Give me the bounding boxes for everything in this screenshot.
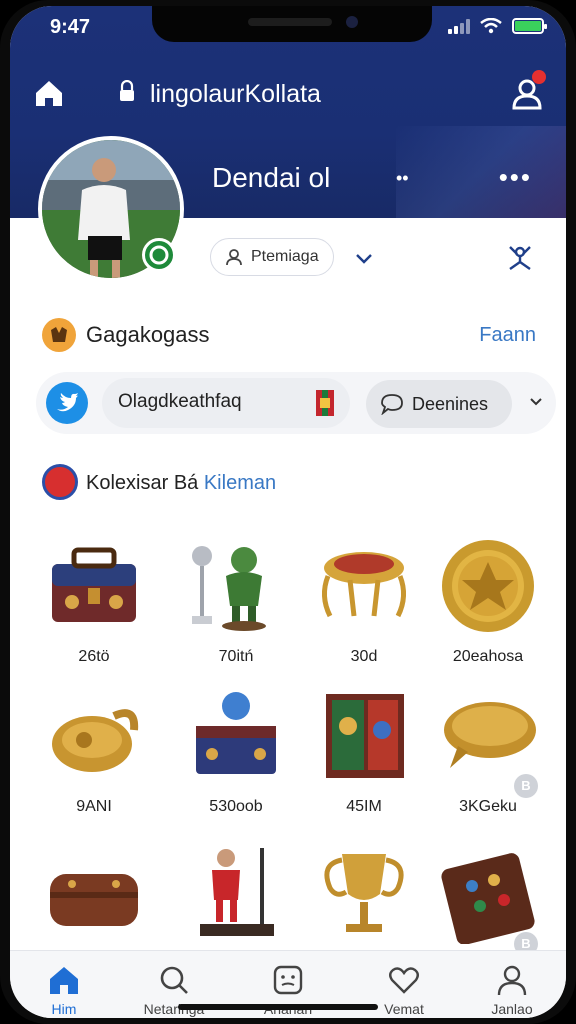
status-icons — [448, 18, 547, 34]
item-label: 45IM — [346, 798, 382, 815]
collection-title-main: Kolexisar Bá — [86, 472, 199, 494]
item-label: 9ANI — [76, 798, 112, 815]
chat-bubble-icon — [381, 394, 403, 415]
collection-item[interactable]: 9ANI — [34, 686, 154, 826]
item-label: 26tö — [78, 648, 110, 665]
phone-frame: 9:47 lingolaurKollata Dendai ol •• ••• P… — [0, 0, 576, 1024]
lock-icon — [120, 80, 134, 101]
app-screen: 9:47 lingolaurKollata Dendai ol •• ••• P… — [10, 6, 566, 1018]
speaker-grille — [248, 18, 332, 26]
collection-item[interactable]: 530oob — [176, 686, 296, 826]
trophy-figure-icon — [192, 546, 266, 631]
nav-label: Janlao — [491, 1001, 533, 1017]
wifi-icon — [480, 18, 502, 34]
collection-title-accent: Kileman — [203, 472, 277, 494]
face-icon — [273, 965, 303, 995]
collection-item[interactable]: 20eahosa — [428, 536, 548, 676]
collection-item[interactable]: 45IM — [304, 686, 424, 826]
site-title: lingolaurKollata — [150, 80, 321, 108]
nav-label: Him — [51, 1001, 77, 1017]
home-icon[interactable] — [32, 76, 66, 110]
section-link[interactable]: Faann — [479, 324, 536, 347]
search-icon — [160, 966, 188, 994]
collection-emblem-icon — [42, 464, 78, 500]
network-share-icon[interactable] — [504, 242, 536, 274]
profile-name: Dendai ol — [212, 162, 331, 193]
notification-badge — [532, 70, 546, 84]
profile-pill-button[interactable]: Ptemiaga — [210, 238, 334, 276]
item-label: 3KGeku — [459, 798, 517, 815]
nav-item-home[interactable]: Him — [14, 951, 114, 1018]
chevron-down-icon[interactable] — [528, 394, 544, 410]
nav-item-profile[interactable]: Janlao — [462, 951, 562, 1018]
section-title: Gagakogass — [86, 322, 210, 347]
golden-ornament-icon — [322, 552, 406, 618]
item-label: 20eahosa — [452, 648, 524, 665]
collection-item[interactable]: 70itń — [176, 536, 296, 676]
collection-item[interactable]: 30d — [304, 536, 424, 676]
top-bar: lingolaurKollata — [10, 68, 566, 118]
device-notch — [152, 6, 432, 42]
header-decoration — [396, 126, 566, 218]
badge-book-icon — [441, 853, 535, 944]
gold-medal-icon — [442, 540, 534, 632]
pill-label: Ptemiaga — [251, 248, 319, 265]
golden-cup-icon — [324, 854, 404, 932]
more-options-button[interactable]: ••• — [499, 162, 532, 193]
chest-icon — [52, 547, 136, 622]
collection-item[interactable]: 26tö — [34, 536, 154, 676]
battery-icon — [512, 18, 547, 34]
item-label: 70itń — [218, 648, 254, 665]
twitter-icon[interactable] — [46, 382, 88, 424]
item-label: 530oob — [209, 798, 263, 815]
heart-icon — [389, 967, 419, 994]
status-dots: •• — [396, 168, 409, 188]
section-emblem-icon — [42, 318, 76, 352]
player-statue-icon — [200, 848, 274, 936]
comments-button[interactable]: Deenines — [366, 380, 512, 428]
person-icon — [226, 249, 242, 266]
home-indicator[interactable] — [178, 1004, 378, 1010]
golden-helmet-icon — [52, 709, 139, 772]
signal-icon — [448, 18, 470, 34]
verified-badge-icon — [142, 238, 176, 272]
coin-marker-icon: B — [514, 774, 538, 798]
item-label: 30d — [350, 648, 378, 665]
social-handle-field[interactable]: Olagdkeathfaq — [102, 378, 350, 428]
leather-case-icon — [50, 874, 138, 926]
comments-label: Deenines — [412, 393, 489, 414]
status-time: 9:47 — [50, 16, 91, 38]
chevron-down-icon[interactable] — [354, 248, 374, 268]
collection-item[interactable]: 3KGeku — [428, 686, 548, 826]
home-icon — [50, 967, 78, 994]
figure-box-icon — [196, 692, 276, 774]
profile-icon — [497, 965, 527, 996]
flag-icon — [316, 390, 334, 416]
painted-cube-icon — [326, 694, 404, 778]
golden-plate-icon — [444, 702, 536, 768]
front-camera — [346, 16, 358, 28]
collection-title: Kolexisar Bá Kileman — [86, 472, 276, 495]
